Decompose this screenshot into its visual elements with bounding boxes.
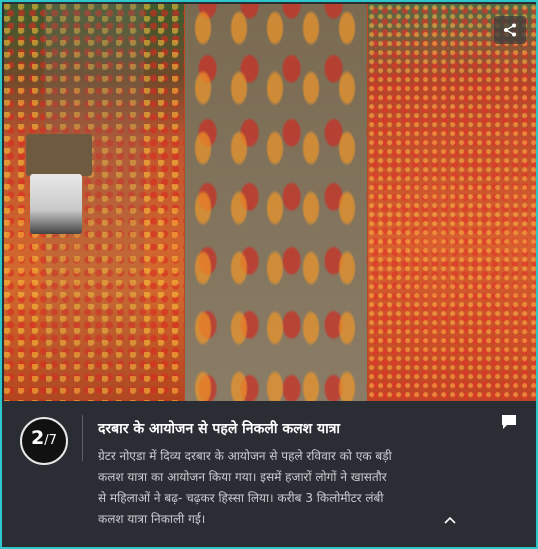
truck: [30, 174, 82, 234]
slide-total: /7: [44, 433, 57, 448]
divider: [82, 415, 83, 461]
photo-panel-left: [4, 4, 184, 401]
photo-panel-middle: [185, 4, 367, 401]
chevron-up-icon: [444, 516, 456, 524]
slide-current: 2: [31, 427, 45, 449]
comment-icon: [502, 415, 516, 429]
caption-panel: 2 /7 दरबार के आयोजन से पहले निकली कलश या…: [4, 401, 536, 547]
slide-counter: 2 /7: [20, 417, 68, 465]
photo-gallery-card: 2 /7 दरबार के आयोजन से पहले निकली कलश या…: [0, 0, 538, 549]
photo-panel-right: [368, 4, 536, 401]
share-icon: [504, 23, 516, 37]
truck-load: [26, 134, 92, 176]
collapse-button[interactable]: [442, 511, 462, 527]
gallery-photo[interactable]: [4, 4, 536, 401]
slide-title: दरबार के आयोजन से पहले निकली कलश यात्रा: [98, 421, 341, 437]
share-button[interactable]: [494, 16, 526, 44]
comment-button[interactable]: [500, 413, 520, 433]
slide-description: ग्रेटर नोएडा में दिव्य दरबार के आयोजन से…: [98, 449, 392, 526]
